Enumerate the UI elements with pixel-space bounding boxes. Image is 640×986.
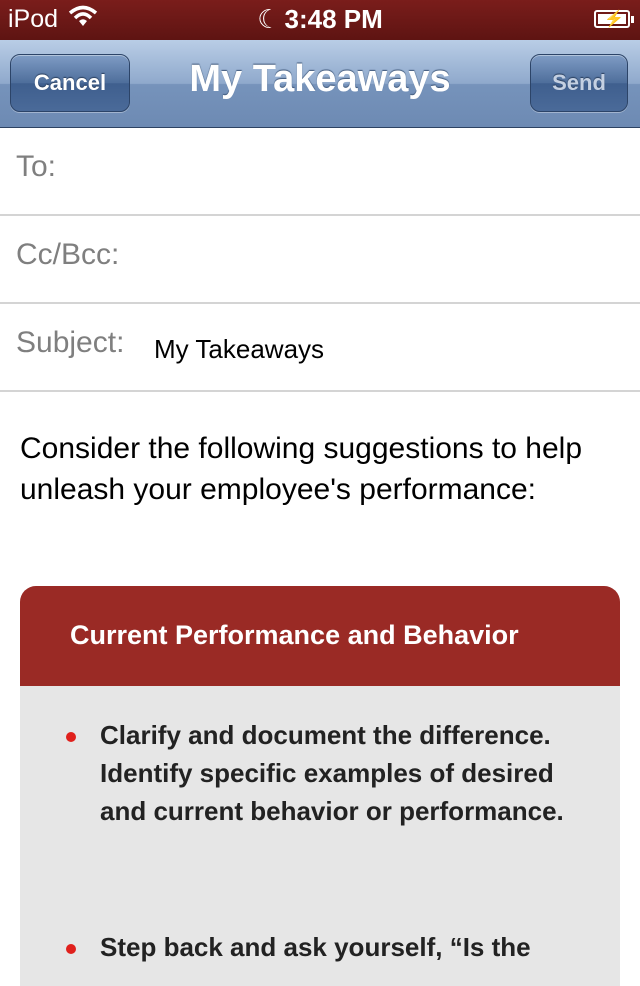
list-item-text: Step back and ask yourself, “Is the <box>100 932 531 962</box>
message-intro[interactable]: Consider the following suggestions to he… <box>20 428 620 510</box>
bullet-icon <box>66 732 76 742</box>
battery-icon: ⚡ <box>594 10 634 28</box>
section-heading: Current Performance and Behavior <box>20 586 620 686</box>
cc-bcc-label: Cc/Bcc: <box>16 238 120 271</box>
subject-input[interactable]: My Takeaways <box>154 334 324 365</box>
subject-label: Subject: <box>16 326 125 359</box>
to-label: To: <box>16 150 57 183</box>
clock: 3:48 PM <box>284 4 383 34</box>
status-bar: iPod ☾ 3:48 PM ⚡ <box>0 0 640 40</box>
moon-icon: ☾ <box>257 4 281 34</box>
list-item: Clarify and document the difference. Ide… <box>66 716 600 830</box>
to-field[interactable]: To: <box>0 128 640 216</box>
bullet-icon <box>66 944 76 954</box>
list-item-text: Clarify and document the difference. Ide… <box>100 720 564 826</box>
cc-bcc-field[interactable]: Cc/Bcc: <box>0 216 640 304</box>
send-button[interactable]: Send <box>530 54 628 112</box>
navigation-bar: Cancel My Takeaways Send <box>0 40 640 128</box>
section-card: Current Performance and Behavior Clarify… <box>20 586 620 986</box>
subject-field[interactable]: Subject: My Takeaways <box>0 304 640 392</box>
list-item: Step back and ask yourself, “Is the <box>66 928 600 966</box>
